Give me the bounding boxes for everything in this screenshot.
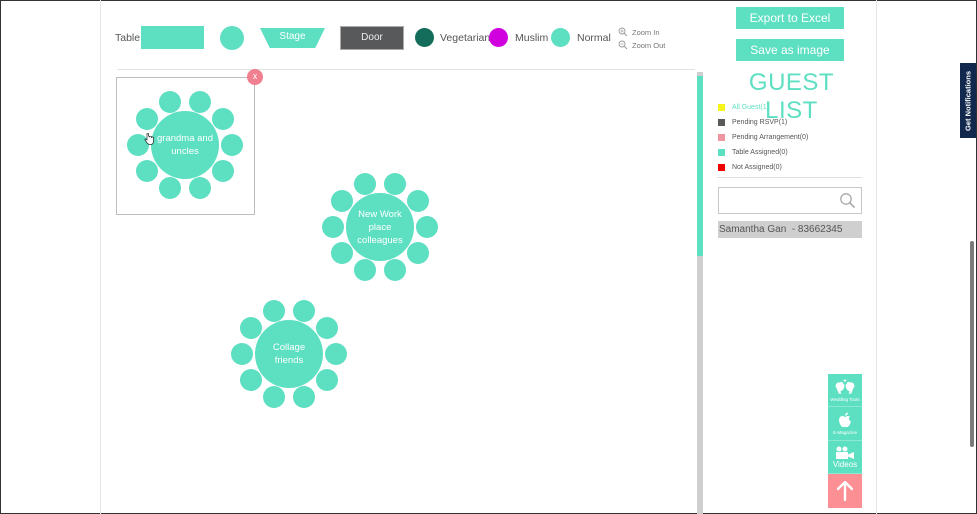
- video-camera-icon: [836, 446, 854, 459]
- videos-button[interactable]: Videos: [828, 441, 862, 474]
- muslim-legend-label: Muslim: [515, 32, 549, 44]
- emagazine-button[interactable]: E-Magazine: [828, 407, 862, 441]
- table-label: Table: [115, 32, 141, 44]
- seat[interactable]: [316, 316, 339, 339]
- guest-search-input[interactable]: [719, 188, 834, 213]
- filter-table-assigned[interactable]: Table Assigned(0): [718, 149, 788, 156]
- guest-search-box[interactable]: [718, 187, 862, 214]
- door-tool[interactable]: Door: [340, 26, 404, 50]
- filter-pending-arrangement[interactable]: Pending Arrangement(0): [718, 134, 808, 141]
- seat[interactable]: [407, 242, 430, 265]
- round-table[interactable]: Collage friends: [231, 300, 347, 410]
- filter-label: Not Assigned(0): [732, 164, 782, 171]
- filter-label: Table Assigned(0): [732, 149, 788, 156]
- stage-tool[interactable]: Stage: [260, 28, 325, 48]
- filter-all-guest[interactable]: All Guest(1): [718, 104, 769, 111]
- filter-color-swatch: [718, 164, 725, 171]
- seat[interactable]: [354, 173, 377, 196]
- table-name: Collage friends: [255, 320, 323, 388]
- seat[interactable]: [325, 343, 347, 365]
- seat[interactable]: [383, 173, 406, 196]
- seat[interactable]: [292, 385, 315, 408]
- get-notifications-label: Get Notifications: [963, 70, 973, 131]
- page-scrollbar-thumb[interactable]: [970, 241, 974, 447]
- seat[interactable]: [383, 258, 406, 281]
- seat[interactable]: [416, 216, 438, 238]
- filter-label: Pending Arrangement(0): [732, 134, 809, 141]
- emagazine-label: E-Magazine: [832, 430, 857, 435]
- hand-cursor-icon: [144, 133, 154, 145]
- seat[interactable]: [354, 258, 377, 281]
- save-as-image-button[interactable]: Save as image: [736, 39, 844, 61]
- seat[interactable]: [159, 176, 182, 199]
- love-birds-icon: [835, 379, 855, 394]
- seat[interactable]: [263, 300, 286, 323]
- seat[interactable]: [135, 107, 158, 130]
- zoom-in-label: Zoom In: [632, 27, 660, 37]
- seat[interactable]: [263, 385, 286, 408]
- seat[interactable]: [322, 216, 344, 238]
- wedding-tools-label: Wedding Tools: [830, 396, 860, 402]
- seat[interactable]: [231, 343, 253, 365]
- guest-list-title: GUEST LIST: [748, 69, 835, 124]
- remove-table-button[interactable]: x: [247, 69, 263, 85]
- zoom-out-button[interactable]: Zoom Out: [618, 40, 665, 50]
- round-table-tool[interactable]: [220, 26, 244, 50]
- seat[interactable]: [239, 316, 262, 339]
- normal-legend-dot: [551, 28, 570, 47]
- muslim-legend-dot: [489, 28, 508, 47]
- filter-not-assigned[interactable]: Not Assigned(0): [718, 164, 782, 171]
- seat[interactable]: [135, 160, 158, 183]
- seat[interactable]: [188, 176, 211, 199]
- videos-label: Videos: [832, 459, 858, 469]
- filter-color-swatch: [718, 119, 725, 126]
- table-name: grandma and uncles: [151, 111, 219, 179]
- filter-color-swatch: [718, 134, 725, 141]
- seat[interactable]: [212, 107, 235, 130]
- sidebar-divider-line: [876, 0, 877, 514]
- sidebar-divider: [717, 177, 862, 178]
- filter-label: Pending RSVP(1): [732, 119, 788, 126]
- vegetarian-legend-dot: [415, 28, 434, 47]
- guest-list-item[interactable]: Samantha Gan - 83662345: [718, 221, 862, 238]
- filter-pending-rsvp[interactable]: Pending RSVP(1): [718, 119, 787, 126]
- wedding-tools-button[interactable]: Wedding Tools: [828, 374, 862, 407]
- vegetarian-legend-label: Vegetarian: [440, 32, 491, 44]
- seat[interactable]: [407, 189, 430, 212]
- round-table[interactable]: grandma and uncles: [127, 91, 243, 201]
- rectangle-table-tool[interactable]: [141, 26, 204, 49]
- seat[interactable]: [188, 91, 211, 114]
- seat[interactable]: [212, 160, 235, 183]
- seat[interactable]: [159, 91, 182, 114]
- filter-color-swatch: [718, 104, 725, 111]
- seat[interactable]: [292, 300, 315, 323]
- round-table[interactable]: New Work place colleagues: [322, 173, 438, 283]
- normal-legend-label: Normal: [577, 32, 611, 44]
- zoom-in-icon: [618, 27, 628, 37]
- canvas-scrollbar-thumb[interactable]: [697, 76, 703, 256]
- zoom-out-label: Zoom Out: [632, 40, 666, 50]
- search-icon[interactable]: [839, 192, 856, 209]
- zoom-out-icon: [618, 40, 628, 50]
- seat[interactable]: [221, 134, 243, 156]
- get-notifications-tab[interactable]: Get Notifications: [960, 63, 976, 138]
- seat[interactable]: [316, 369, 339, 392]
- back-to-top-button[interactable]: [828, 474, 862, 508]
- table-name: New Work place colleagues: [346, 193, 414, 261]
- export-to-excel-button[interactable]: Export to Excel: [736, 7, 844, 29]
- filter-label: All Guest(1): [732, 104, 769, 111]
- seat[interactable]: [239, 369, 262, 392]
- arrow-up-icon: [837, 481, 853, 501]
- zoom-in-button[interactable]: Zoom In: [618, 27, 660, 37]
- filter-color-swatch: [718, 149, 725, 156]
- apple-icon: [839, 412, 851, 428]
